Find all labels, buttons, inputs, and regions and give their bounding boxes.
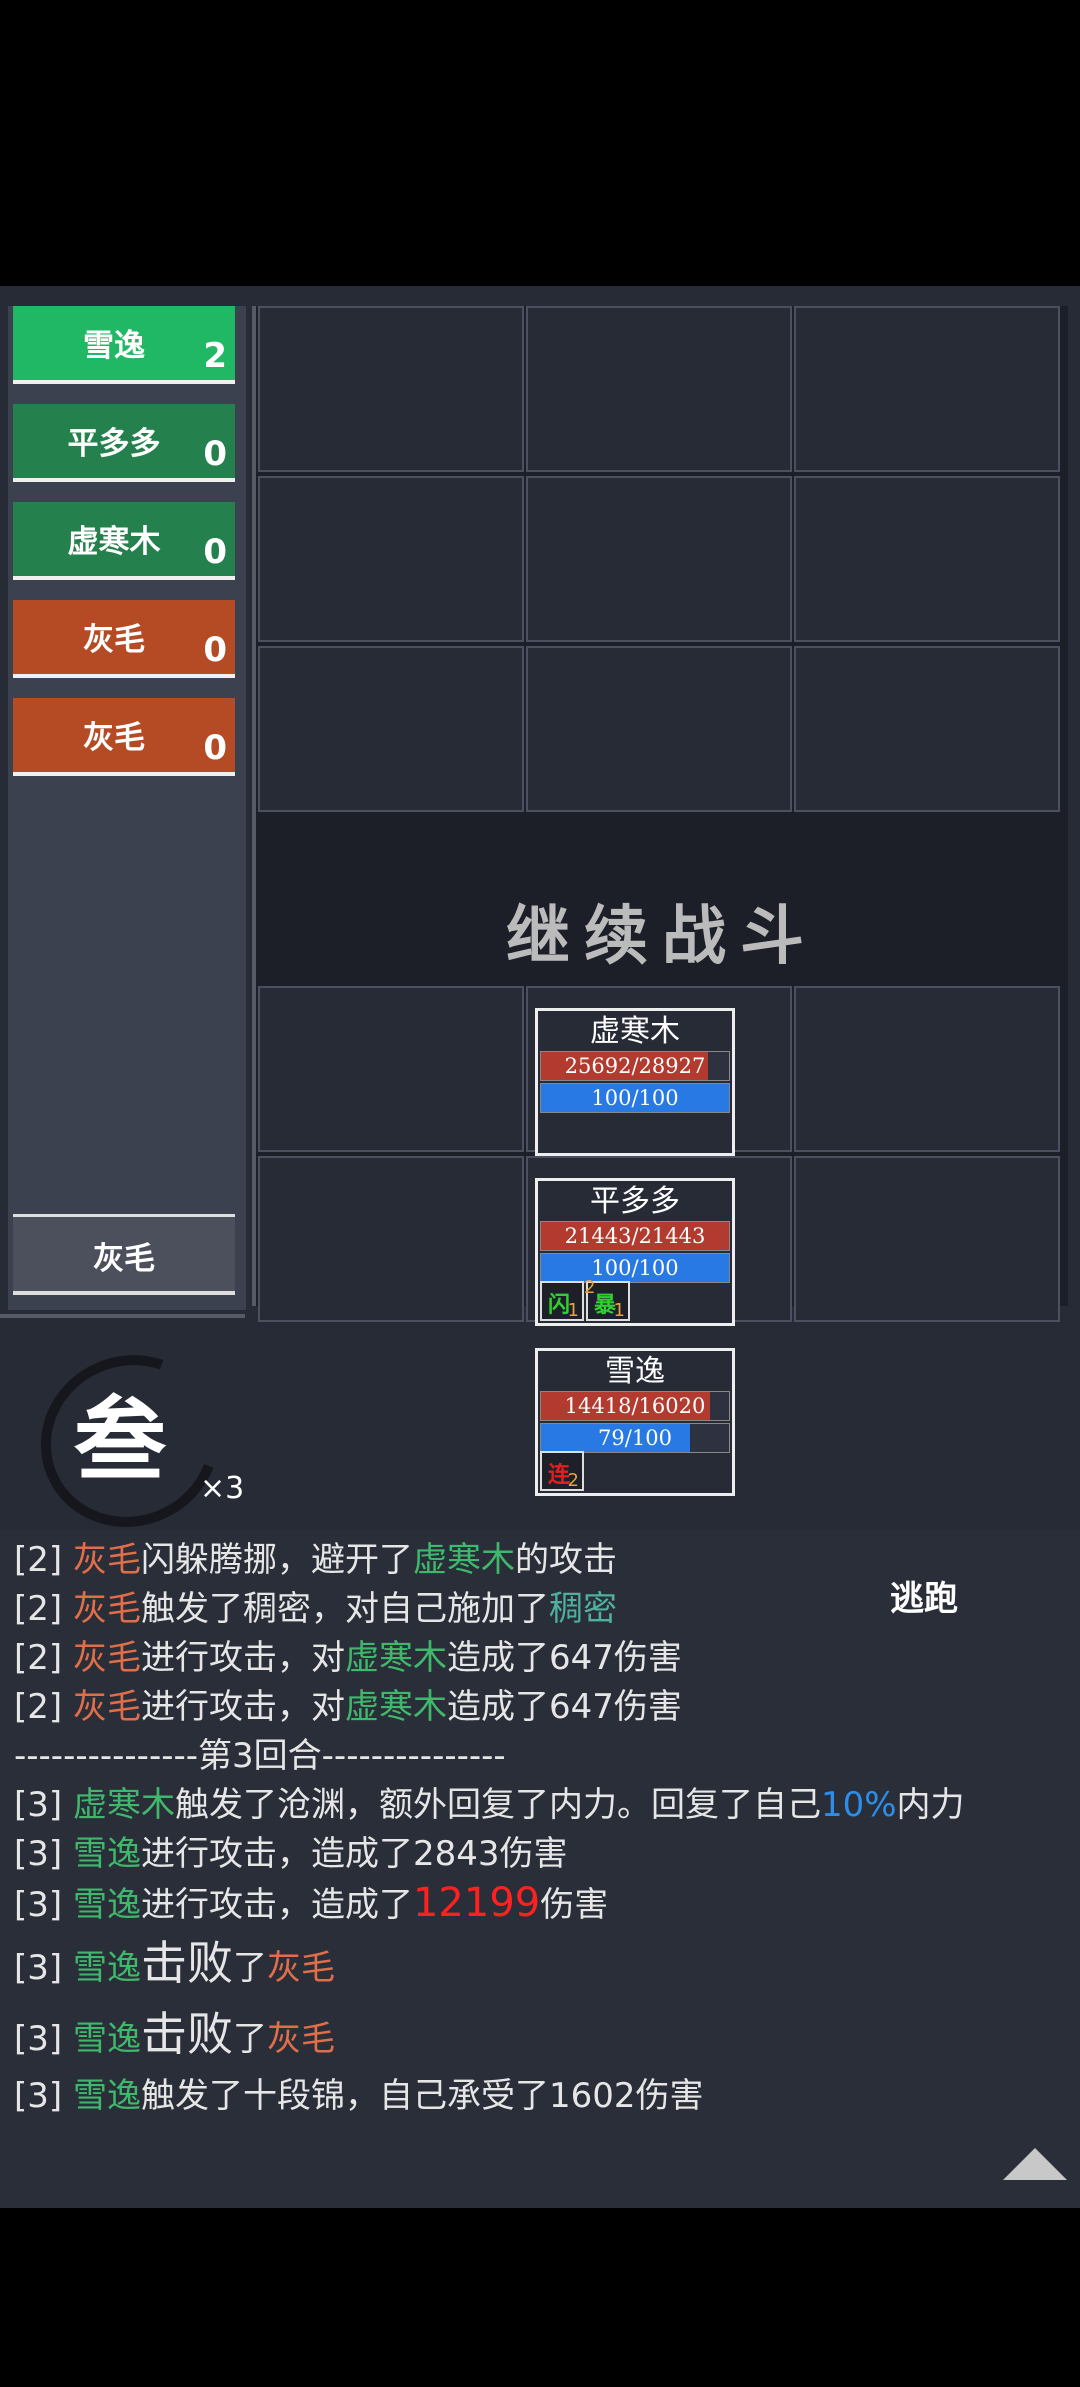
buff-count: 1 xyxy=(613,1300,625,1321)
turn-item-count: 0 xyxy=(203,728,227,768)
unit-name: 雪逸 xyxy=(605,1354,665,1389)
unit-name: 虚寒木 xyxy=(590,1014,680,1049)
enemy-slot[interactable] xyxy=(258,646,524,812)
hp-text: 25692/28927 xyxy=(564,1054,706,1078)
buff-count: 2 xyxy=(567,1470,579,1491)
enemy-slot[interactable] xyxy=(526,646,792,812)
hp-bar: 25692/28927 xyxy=(540,1051,730,1081)
current-actor[interactable]: 灰毛 xyxy=(13,1214,235,1295)
round-number: 叁 xyxy=(73,1386,166,1494)
round-emblem: 叁 xyxy=(12,1325,248,1557)
turn-item[interactable]: 雪逸 2 xyxy=(13,306,235,384)
turn-item[interactable]: 虚寒木 0 xyxy=(13,502,235,580)
log-line: [3] 雪逸进行攻击，造成了12199伤害 xyxy=(14,1880,609,1926)
unit-card[interactable]: 虚寒木 25692/28927 100/100 xyxy=(535,1008,735,1156)
turn-item-count: 0 xyxy=(203,434,227,474)
turn-item-count: 2 xyxy=(203,336,227,376)
log-line: [2] 灰毛进行攻击，对虚寒木造成了647伤害 xyxy=(14,1638,682,1678)
enemy-slot[interactable] xyxy=(794,306,1060,472)
mp-text: 100/100 xyxy=(591,1086,679,1110)
log-line: [3] 雪逸击败了灰毛 xyxy=(14,2007,335,2061)
combat-log-panel[interactable]: [2] 灰毛闪躲腾挪，避开了虚寒木的攻击 [2] 灰毛触发了稠密，对自己施加了稠… xyxy=(0,1530,1080,2208)
scroll-up-icon[interactable] xyxy=(1003,2148,1067,2180)
mp-text: 79/100 xyxy=(598,1426,672,1450)
log-line: [2] 灰毛进行攻击，对虚寒木造成了647伤害 xyxy=(14,1687,682,1727)
unit-card[interactable]: 平多多 21443/21443 100/100 闪 1 2 暴 1 xyxy=(535,1178,735,1326)
enemy-slot[interactable] xyxy=(794,646,1060,812)
round-separator: ---------------第3回合--------------- xyxy=(14,1736,506,1776)
flee-button[interactable]: 逃跑 xyxy=(890,1571,958,1620)
turn-order-panel: 雪逸 2 平多多 0 虚寒木 0 灰毛 0 灰毛 0 灰毛 xyxy=(8,306,246,1310)
enemy-slot[interactable] xyxy=(526,306,792,472)
mp-text: 100/100 xyxy=(591,1256,679,1280)
battle-screen: 雪逸 2 平多多 0 虚寒木 0 灰毛 0 灰毛 0 灰毛 叁 ×3 继续战斗 … xyxy=(0,286,1080,2208)
ally-slot[interactable] xyxy=(794,1156,1060,1322)
enemy-slot[interactable] xyxy=(526,476,792,642)
hp-text: 14418/16020 xyxy=(564,1394,706,1418)
turn-item-name: 雪逸 xyxy=(83,328,145,364)
unit-name: 平多多 xyxy=(590,1184,680,1219)
combo-buff-icon[interactable]: 连 2 xyxy=(540,1451,584,1491)
turn-item[interactable]: 平多多 0 xyxy=(13,404,235,482)
enemy-slot[interactable] xyxy=(258,306,524,472)
combat-log: [2] 灰毛闪躲腾挪，避开了虚寒木的攻击 [2] 灰毛触发了稠密，对自己施加了稠… xyxy=(14,1536,1064,2121)
ally-slot[interactable] xyxy=(258,1156,524,1322)
mp-bar: 100/100 xyxy=(540,1083,730,1113)
turn-item-name: 虚寒木 xyxy=(67,524,161,560)
log-line: [3] 雪逸击败了灰毛 xyxy=(14,1936,335,1990)
continue-battle-button[interactable]: 继续战斗 xyxy=(262,862,1062,1012)
log-line: [3] 雪逸触发了十段锦，自己承受了1602伤害 xyxy=(14,2076,704,2116)
enemy-slot[interactable] xyxy=(258,476,524,642)
sidebar-divider xyxy=(0,1314,245,1318)
buff-count: 1 xyxy=(567,1300,579,1321)
enemy-slot[interactable] xyxy=(794,476,1060,642)
hp-bar: 14418/16020 xyxy=(540,1391,730,1421)
current-actor-name: 灰毛 xyxy=(93,1241,155,1277)
turn-item[interactable]: 灰毛 0 xyxy=(13,600,235,678)
turn-item-count: 0 xyxy=(203,630,227,670)
turn-item[interactable]: 灰毛 0 xyxy=(13,698,235,776)
mp-bar: 100/100 xyxy=(540,1253,730,1283)
mp-bar: 79/100 xyxy=(540,1423,730,1453)
turn-item-name: 平多多 xyxy=(67,426,161,462)
unit-card[interactable]: 雪逸 14418/16020 79/100 连 2 xyxy=(535,1348,735,1496)
battle-grid xyxy=(252,306,1068,1322)
dodge-buff-icon[interactable]: 闪 1 xyxy=(540,1281,584,1321)
log-line: [3] 虚寒木触发了沧渊，额外回复了内力。回复了自己10%内力 xyxy=(14,1785,965,1825)
turn-item-count: 0 xyxy=(203,532,227,572)
log-line: [3] 雪逸进行攻击，造成了2843伤害 xyxy=(14,1834,568,1874)
turn-item-name: 灰毛 xyxy=(83,622,145,658)
turn-item-name: 灰毛 xyxy=(83,720,145,756)
hp-bar: 21443/21443 xyxy=(540,1221,730,1251)
speed-multiplier[interactable]: ×3 xyxy=(200,1471,244,1506)
hp-text: 21443/21443 xyxy=(564,1224,706,1248)
crit-buff-icon[interactable]: 2 暴 1 xyxy=(584,1277,630,1321)
